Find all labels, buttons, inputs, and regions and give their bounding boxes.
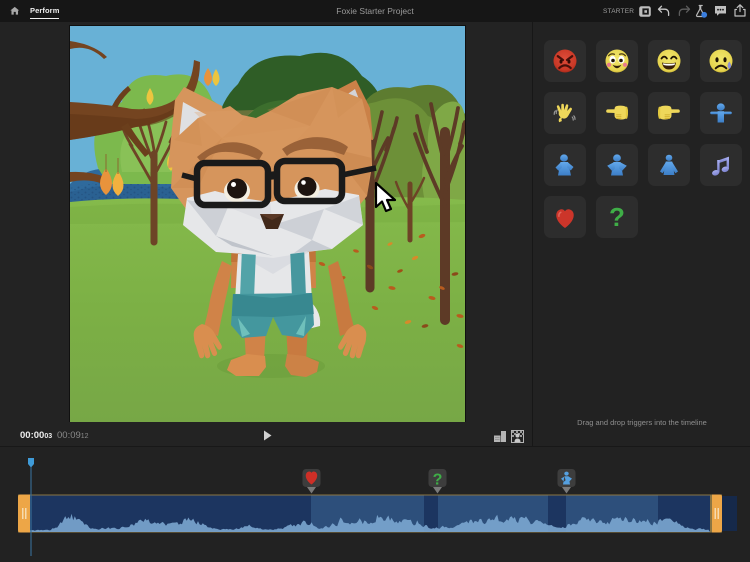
svg-text:?: ? <box>609 203 625 231</box>
svg-text:?: ? <box>433 472 443 489</box>
